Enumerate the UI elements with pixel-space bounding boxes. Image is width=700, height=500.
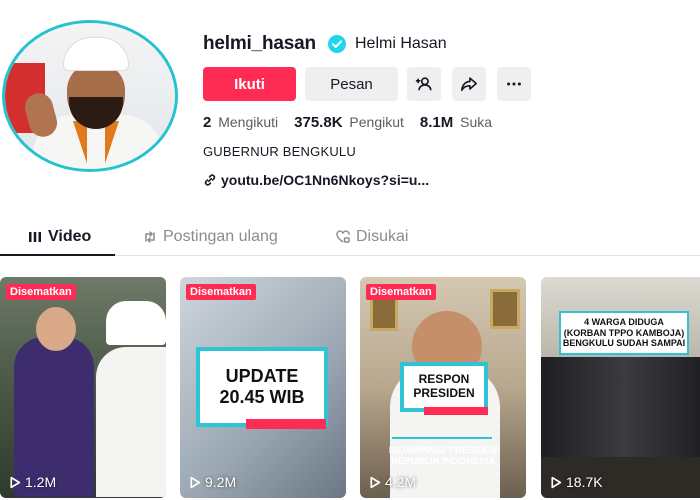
tab-label: Video [48,228,92,245]
profile-stats: 2 Mengikuti 375.8K Pengikut 8.1M Suka [203,114,492,131]
view-count-text: 9.2M [205,474,237,490]
stat-value: 8.1M [419,114,454,131]
view-count: 18.7K [549,474,603,490]
view-count: 4.2M [368,474,416,490]
profile-link-text: youtu.be/OC1Nn6Nkoys?si=u... [221,172,430,188]
link-icon [204,174,216,186]
profile-avatar[interactable] [0,20,180,172]
grid-icon [29,232,41,242]
video-thumbnail: RESPON PRESIDEN DIDAMPINGI PRESIDEN REPU… [360,277,526,498]
message-button[interactable]: Pesan [305,67,398,101]
video-overlay-text: 4 WARGA DIDUGA (KORBAN TPPO KAMBOJA) BEN… [559,311,689,355]
repost-icon [145,231,155,243]
video-overlay-text: UPDATE 20.45 WIB [219,366,305,407]
verified-badge-icon [328,35,346,53]
tab-reposts[interactable]: Postingan ulang [143,228,278,246]
video-card[interactable]: UPDATE 20.45 WIB Disematkan 9.2M [180,277,346,498]
stat-value: 2 [203,114,212,131]
tab-label: Postingan ulang [163,228,278,245]
video-caption-text: DIDAMPINGI PRESIDEN REPUBLIK INDONESIA [388,445,498,468]
profile-bio: GUBERNUR BENGKULU [203,144,356,159]
play-icon [370,476,381,488]
add-user-icon [415,77,432,91]
display-name: Helmi Hasan [355,35,447,52]
share-icon [460,77,478,92]
suggested-accounts-button[interactable] [407,67,441,101]
follow-button[interactable]: Ikuti [203,67,296,101]
stat-label: Mengikuti [218,114,279,130]
stat-likes: 8.1M Suka [420,114,492,131]
video-card[interactable]: RESPON PRESIDEN DIDAMPINGI PRESIDEN REPU… [360,277,526,498]
tab-liked[interactable]: Disukai [336,228,408,246]
stat-value: 375.8K [294,114,343,131]
play-icon [10,476,21,488]
view-count: 9.2M [188,474,236,490]
pinned-badge: Disematkan [6,284,76,300]
stat-label: Pengikut [349,114,404,130]
video-card[interactable]: Disematkan 1.2M [0,277,166,498]
video-thumbnail: UPDATE 20.45 WIB [180,277,346,498]
active-tab-indicator [0,254,115,256]
share-button[interactable] [452,67,486,101]
avatar-image [2,20,178,172]
video-thumbnail: 4 WARGA DIDUGA (KORBAN TPPO KAMBOJA) BEN… [541,277,700,498]
ellipsis-icon [507,82,521,86]
video-overlay-text: RESPON PRESIDEN [400,362,488,412]
video-thumbnail [0,277,166,498]
view-count: 1.2M [8,474,56,490]
tab-label: Disukai [356,228,409,245]
video-card[interactable]: 4 WARGA DIDUGA (KORBAN TPPO KAMBOJA) BEN… [541,277,700,498]
pinned-badge: Disematkan [186,284,256,300]
stat-followers[interactable]: 375.8K Pengikut [294,114,404,131]
view-count-text: 4.2M [385,474,417,490]
username: helmi_hasan [203,33,316,54]
more-options-button[interactable] [497,67,531,101]
stat-following[interactable]: 2 Mengikuti [203,114,278,131]
profile-tabs: Video Postingan ulang Disukai [0,224,700,256]
play-icon [551,476,562,488]
tab-video[interactable]: Video [28,228,91,246]
heart-lock-icon [336,230,350,243]
view-count-text: 18.7K [566,474,603,490]
profile-link[interactable]: youtu.be/OC1Nn6Nkoys?si=u... [203,172,429,188]
pinned-badge: Disematkan [366,284,436,300]
stat-label: Suka [460,114,493,130]
play-icon [190,476,201,488]
view-count-text: 1.2M [25,474,57,490]
